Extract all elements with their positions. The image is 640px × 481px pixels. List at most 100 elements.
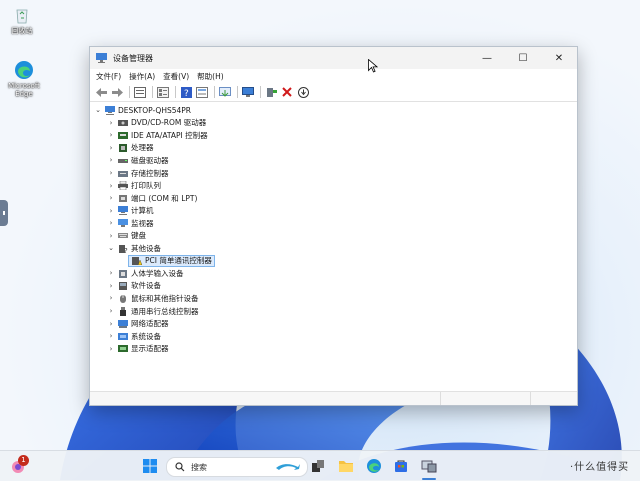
desktop-recycle-bin[interactable]: 回收站 bbox=[2, 5, 42, 35]
minimize-button[interactable]: — bbox=[469, 47, 505, 69]
back-icon[interactable] bbox=[94, 85, 108, 99]
device-manager-icon[interactable] bbox=[421, 458, 437, 474]
tree-item-label: PCI 简单通讯控制器 bbox=[145, 256, 212, 266]
tree-category-item[interactable]: › 显示适配器 bbox=[90, 342, 577, 355]
tree-item-content: 计算机 bbox=[115, 205, 154, 216]
tree-item-content: 网络适配器 bbox=[115, 318, 169, 329]
device-manager-icon bbox=[96, 53, 107, 63]
chevron-right-icon[interactable]: › bbox=[107, 219, 115, 227]
widgets-side-handle[interactable] bbox=[0, 200, 8, 226]
help-icon[interactable]: ? bbox=[179, 85, 193, 99]
tree-item-content: ? 其他设备 bbox=[115, 243, 161, 254]
taskbar-search[interactable]: 搜索 bbox=[166, 457, 308, 477]
close-icon: ✕ bbox=[554, 52, 564, 64]
tree-category-item[interactable]: › 计算机 bbox=[90, 204, 577, 217]
maximize-button[interactable]: ☐ bbox=[505, 47, 541, 69]
tree-device-item[interactable]: PCI 简单通讯控制器 bbox=[90, 254, 577, 268]
chevron-right-icon[interactable]: › bbox=[107, 131, 115, 139]
tree-category-item[interactable]: ⌄? 其他设备 bbox=[90, 242, 577, 255]
warning-device-icon bbox=[132, 257, 142, 266]
menu-bar: 文件(F) 操作(A) 查看(V) 帮助(H) bbox=[90, 69, 577, 83]
task-view-icon[interactable] bbox=[310, 458, 326, 474]
chevron-right-icon[interactable]: › bbox=[107, 169, 115, 177]
menu-file[interactable]: 文件(F) bbox=[94, 71, 127, 82]
tree-category-item[interactable]: › 鼠标和其他指针设备 bbox=[90, 292, 577, 305]
enable-device-icon[interactable] bbox=[264, 85, 278, 99]
chevron-right-icon[interactable]: › bbox=[107, 345, 115, 353]
disable-icon[interactable] bbox=[296, 85, 310, 99]
update-driver-icon[interactable] bbox=[218, 85, 232, 99]
tree-category-item[interactable]: › 系统设备 bbox=[90, 330, 577, 343]
storage-controller-icon bbox=[118, 170, 128, 177]
view-icon[interactable] bbox=[195, 85, 209, 99]
tree-category-item[interactable]: › 软件设备 bbox=[90, 280, 577, 293]
tree-item-label: 打印队列 bbox=[131, 181, 161, 191]
tree-root[interactable]: ⌄ DESKTOP-QHS54PR bbox=[90, 104, 577, 117]
tree-category-item[interactable]: › 监视器 bbox=[90, 217, 577, 230]
toolbar-separator bbox=[175, 86, 176, 98]
edge-icon[interactable] bbox=[366, 458, 382, 474]
tree-item-label: IDE ATA/ATAPI 控制器 bbox=[131, 130, 208, 140]
watermark: ·什么值得买 bbox=[570, 462, 630, 473]
tree-category-item[interactable]: › 磁盘驱动器 bbox=[90, 154, 577, 167]
start-icon[interactable] bbox=[142, 458, 158, 474]
chevron-right-icon[interactable]: › bbox=[107, 144, 115, 152]
selected-highlight[interactable]: PCI 简单通讯控制器 bbox=[128, 254, 215, 267]
network-adapter-icon bbox=[118, 320, 128, 329]
computer-icon bbox=[105, 105, 115, 115]
tree-category-item[interactable]: › 处理器 bbox=[90, 142, 577, 155]
title-bar[interactable]: 设备管理器 — ☐ ✕ bbox=[90, 47, 577, 69]
tree-item-label: 监视器 bbox=[131, 218, 154, 228]
store-icon[interactable] bbox=[393, 458, 409, 474]
chevron-down-icon[interactable]: ⌄ bbox=[94, 106, 102, 114]
tree-category-item[interactable]: › 键盘 bbox=[90, 229, 577, 242]
chevron-right-icon[interactable]: › bbox=[107, 182, 115, 190]
toolbar-separator bbox=[260, 86, 261, 98]
chevron-right-icon[interactable]: › bbox=[107, 232, 115, 240]
menu-action[interactable]: 操作(A) bbox=[127, 71, 161, 82]
tree-item-label: 鼠标和其他指针设备 bbox=[131, 293, 199, 303]
tree-category-item[interactable]: › DVD/CD-ROM 驱动器 bbox=[90, 117, 577, 130]
disk-drive-icon bbox=[118, 158, 128, 163]
chevron-right-icon[interactable]: › bbox=[107, 194, 115, 202]
window-title: 设备管理器 bbox=[113, 53, 153, 63]
tree-category-item[interactable]: › 人体学输入设备 bbox=[90, 267, 577, 280]
chevron-down-icon[interactable]: ⌄ bbox=[107, 244, 115, 252]
toolbar-separator bbox=[214, 86, 215, 98]
tree-category-item[interactable]: › 存储控制器 bbox=[90, 167, 577, 180]
close-button[interactable]: ✕ bbox=[541, 47, 577, 69]
tree-item-content: 人体学输入设备 bbox=[115, 268, 184, 279]
tree-category-item[interactable]: › 打印队列 bbox=[90, 179, 577, 192]
status-divider bbox=[530, 392, 531, 405]
monitor-icon[interactable] bbox=[241, 85, 255, 99]
tree-category-item[interactable]: › 通用串行总线控制器 bbox=[90, 305, 577, 318]
properties-icon[interactable] bbox=[133, 85, 147, 99]
svg-text:?: ? bbox=[184, 89, 189, 98]
show-hide-icon[interactable] bbox=[156, 85, 170, 99]
tree-category-item[interactable]: › IDE ATA/ATAPI 控制器 bbox=[90, 129, 577, 142]
tree-category-item[interactable]: › 网络适配器 bbox=[90, 317, 577, 330]
uninstall-icon[interactable] bbox=[280, 85, 294, 99]
tree-item-content: DVD/CD-ROM 驱动器 bbox=[115, 117, 206, 128]
tree-category-item[interactable]: › 端口 (COM 和 LPT) bbox=[90, 192, 577, 205]
file-explorer-icon[interactable] bbox=[338, 458, 354, 474]
chevron-right-icon[interactable]: › bbox=[107, 207, 115, 215]
chevron-right-icon[interactable]: › bbox=[107, 282, 115, 290]
chevron-right-icon[interactable]: › bbox=[107, 156, 115, 164]
desktop-edge[interactable]: Microsoft Edge bbox=[4, 60, 44, 98]
chevron-right-icon[interactable]: › bbox=[107, 332, 115, 340]
chevron-right-icon[interactable]: › bbox=[107, 119, 115, 127]
tree-item-content: 端口 (COM 和 LPT) bbox=[115, 193, 197, 204]
tree-root-label: DESKTOP-QHS54PR bbox=[118, 105, 192, 115]
unknown-device-icon: ? bbox=[119, 244, 128, 253]
forward-icon[interactable] bbox=[110, 85, 124, 99]
chevron-right-icon[interactable]: › bbox=[107, 269, 115, 277]
minimize-icon: — bbox=[482, 52, 492, 64]
tree-item-label: 处理器 bbox=[131, 143, 154, 153]
chevron-right-icon[interactable]: › bbox=[107, 320, 115, 328]
menu-help[interactable]: 帮助(H) bbox=[195, 71, 230, 82]
chevron-right-icon[interactable]: › bbox=[107, 294, 115, 302]
chevron-right-icon[interactable]: › bbox=[107, 307, 115, 315]
tree-item-label: DVD/CD-ROM 驱动器 bbox=[131, 118, 207, 128]
menu-view[interactable]: 查看(V) bbox=[161, 71, 195, 82]
